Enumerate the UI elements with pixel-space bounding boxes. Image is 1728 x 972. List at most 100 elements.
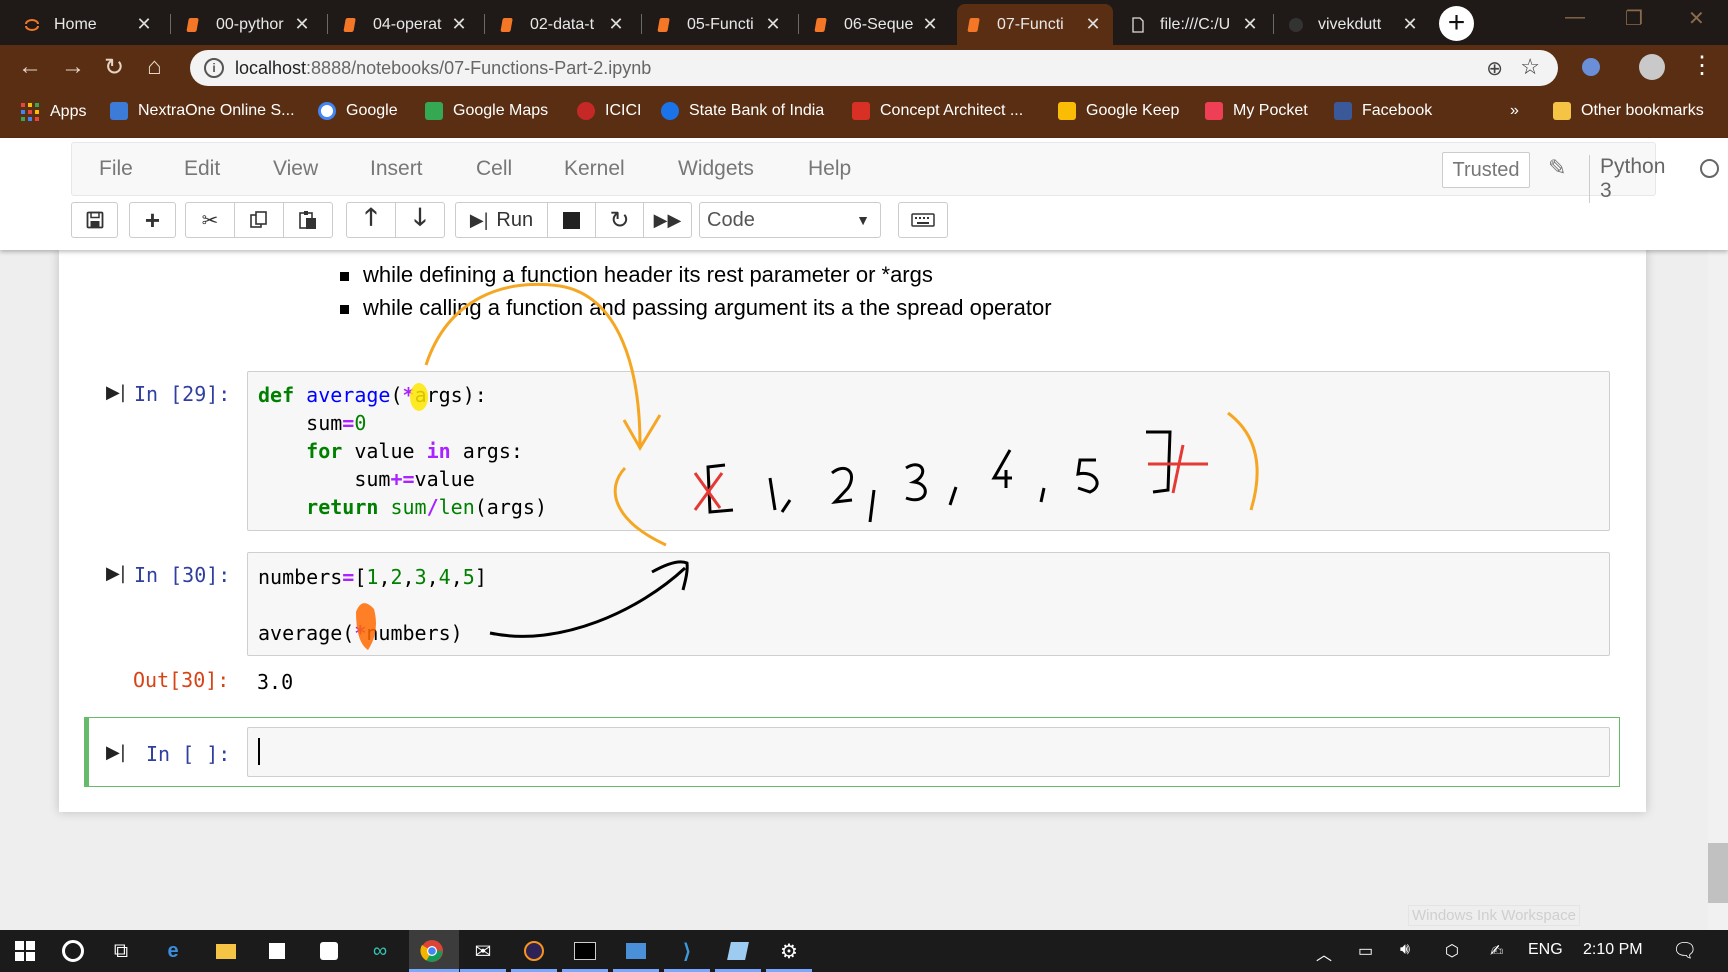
windows-start-icon[interactable] (12, 938, 38, 964)
bookmark-facebook[interactable]: Facebook (1334, 102, 1432, 120)
close-icon[interactable]: ✕ (765, 14, 781, 35)
move-up-button[interactable]: 🡑 (346, 202, 396, 238)
tab-file[interactable]: file:///C:/U ✕ (1120, 4, 1270, 45)
maximize-button[interactable]: ❐ (1625, 6, 1643, 31)
close-icon[interactable]: ✕ (136, 14, 152, 35)
extension-icon[interactable] (1582, 58, 1600, 76)
eclipse-icon[interactable] (521, 938, 547, 964)
menu-cell[interactable]: Cell (476, 157, 512, 181)
tab-05-functions[interactable]: 05-Functi ✕ (647, 4, 793, 45)
clock[interactable]: 2:10 PM (1583, 941, 1643, 959)
run-cell-icon[interactable]: ▶| (106, 563, 126, 584)
edge-icon[interactable]: e (160, 938, 186, 964)
bookmark-nextraone[interactable]: NextraOne Online S... (110, 102, 295, 120)
battery-icon[interactable]: ▭ (1358, 941, 1373, 961)
run-cell-icon[interactable]: ▶| (106, 742, 126, 763)
cortana-search-icon[interactable] (60, 938, 86, 964)
tab-home[interactable]: Home ✕ (14, 4, 164, 45)
omnibox[interactable]: i localhost:8888/notebooks/07-Functions-… (190, 50, 1558, 86)
cell-type-select[interactable]: Code ▼ (699, 202, 881, 238)
back-icon[interactable]: ← (18, 53, 42, 81)
minimize-button[interactable]: — (1565, 6, 1585, 29)
vscode-icon[interactable]: ⟩ (674, 938, 700, 964)
menu-widgets[interactable]: Widgets (678, 157, 754, 181)
new-tab-button[interactable]: + (1439, 6, 1474, 41)
bookmark-star-icon[interactable]: ☆ (1520, 54, 1540, 80)
paste-button[interactable] (283, 202, 333, 238)
bookmark-google-maps[interactable]: Google Maps (425, 102, 548, 120)
bookmark-apps[interactable]: Apps (20, 102, 86, 122)
menu-help[interactable]: Help (808, 157, 851, 181)
bookmark-google[interactable]: Google (318, 102, 398, 120)
command-palette-button[interactable] (898, 202, 948, 238)
insert-cell-button[interactable]: + (129, 202, 176, 238)
pencil-icon[interactable]: ✎ (1548, 155, 1566, 181)
mail-icon[interactable]: ✉ (470, 938, 496, 964)
bookmark-concept-architect[interactable]: Concept Architect ... (852, 102, 1023, 120)
avatar[interactable] (1639, 54, 1665, 80)
scrollbar[interactable] (1708, 250, 1728, 930)
notes-icon[interactable] (725, 938, 751, 964)
chrome-menu-icon[interactable]: ⋮ (1690, 51, 1714, 80)
cut-button[interactable]: ✂ (185, 202, 235, 238)
close-icon[interactable]: ✕ (1085, 14, 1101, 35)
close-icon[interactable]: ✕ (608, 14, 624, 35)
close-icon[interactable]: ✕ (451, 14, 467, 35)
run-button[interactable]: ▶| Run (455, 202, 548, 238)
markdown-cell[interactable]: while defining a function header its res… (340, 258, 1052, 324)
bookmark-google-keep[interactable]: Google Keep (1058, 102, 1179, 120)
more-bookmarks-button[interactable]: » (1510, 102, 1519, 120)
run-cell-icon[interactable]: ▶| (106, 382, 126, 403)
close-icon[interactable]: ✕ (1242, 14, 1258, 35)
tab-06-sequences[interactable]: 06-Seque ✕ (804, 4, 950, 45)
tab-07-functions-active[interactable]: 07-Functi ✕ (957, 4, 1113, 45)
ink-workspace-icon[interactable]: ✍︎ (1490, 941, 1503, 961)
save-button[interactable] (71, 202, 118, 238)
url-text[interactable]: localhost:8888/notebooks/07-Functions-Pa… (235, 58, 651, 79)
move-down-button[interactable]: 🡓 (395, 202, 445, 238)
code-input-empty[interactable] (247, 727, 1610, 777)
zoom-icon[interactable]: ⊕ (1486, 56, 1503, 81)
store-icon[interactable] (264, 938, 290, 964)
menu-edit[interactable]: Edit (184, 157, 220, 181)
restart-button[interactable]: ↻ (595, 202, 644, 238)
info-icon[interactable]: i (204, 58, 224, 78)
tab-02-data-types[interactable]: 02-data-t ✕ (490, 4, 636, 45)
menu-insert[interactable]: Insert (370, 157, 423, 181)
bookmark-my-pocket[interactable]: My Pocket (1205, 102, 1308, 120)
dropbox-icon[interactable] (316, 938, 342, 964)
dropbox-tray-icon[interactable]: ⬡ (1445, 941, 1459, 961)
bookmark-sbi[interactable]: State Bank of India (661, 102, 824, 120)
menu-kernel[interactable]: Kernel (564, 157, 625, 181)
scrollbar-thumb[interactable] (1708, 843, 1728, 903)
terminal-icon[interactable] (572, 938, 598, 964)
menu-view[interactable]: View (273, 157, 318, 181)
bookmark-icici[interactable]: ICICI (577, 102, 641, 120)
file-explorer-icon[interactable] (213, 938, 239, 964)
task-view-icon[interactable]: ⧉ (108, 938, 134, 964)
close-window-button[interactable]: ✕ (1688, 6, 1705, 31)
settings-icon[interactable]: ⚙ (776, 938, 802, 964)
menu-file[interactable]: File (99, 157, 133, 181)
tab-00-python[interactable]: 00-pythor ✕ (176, 4, 322, 45)
chrome-icon[interactable] (419, 938, 445, 964)
restart-run-all-button[interactable]: ▶▶ (643, 202, 692, 238)
other-bookmarks[interactable]: Other bookmarks (1553, 102, 1704, 120)
kernel-name[interactable]: Python 3 (1589, 155, 1665, 203)
notifications-icon[interactable]: 🗨︎ (1672, 938, 1697, 963)
forward-icon[interactable]: → (61, 53, 85, 81)
close-icon[interactable]: ✕ (1402, 14, 1418, 35)
interrupt-button[interactable] (547, 202, 596, 238)
tab-github[interactable]: vivekdutt ✕ (1278, 4, 1430, 45)
home-icon[interactable]: ⌂ (147, 53, 162, 81)
close-icon[interactable]: ✕ (294, 14, 310, 35)
arduino-icon[interactable]: ∞ (367, 938, 393, 964)
language-indicator[interactable]: ENG (1528, 941, 1563, 959)
show-hidden-icons-icon[interactable]: ︿ (1316, 941, 1332, 965)
reload-icon[interactable]: ↻ (104, 53, 124, 82)
tab-04-operators[interactable]: 04-operat ✕ (333, 4, 479, 45)
close-icon[interactable]: ✕ (922, 14, 938, 35)
copy-button[interactable] (234, 202, 284, 238)
volume-icon[interactable]: 🔊︎ (1400, 941, 1410, 959)
trusted-indicator[interactable]: Trusted (1442, 152, 1530, 188)
